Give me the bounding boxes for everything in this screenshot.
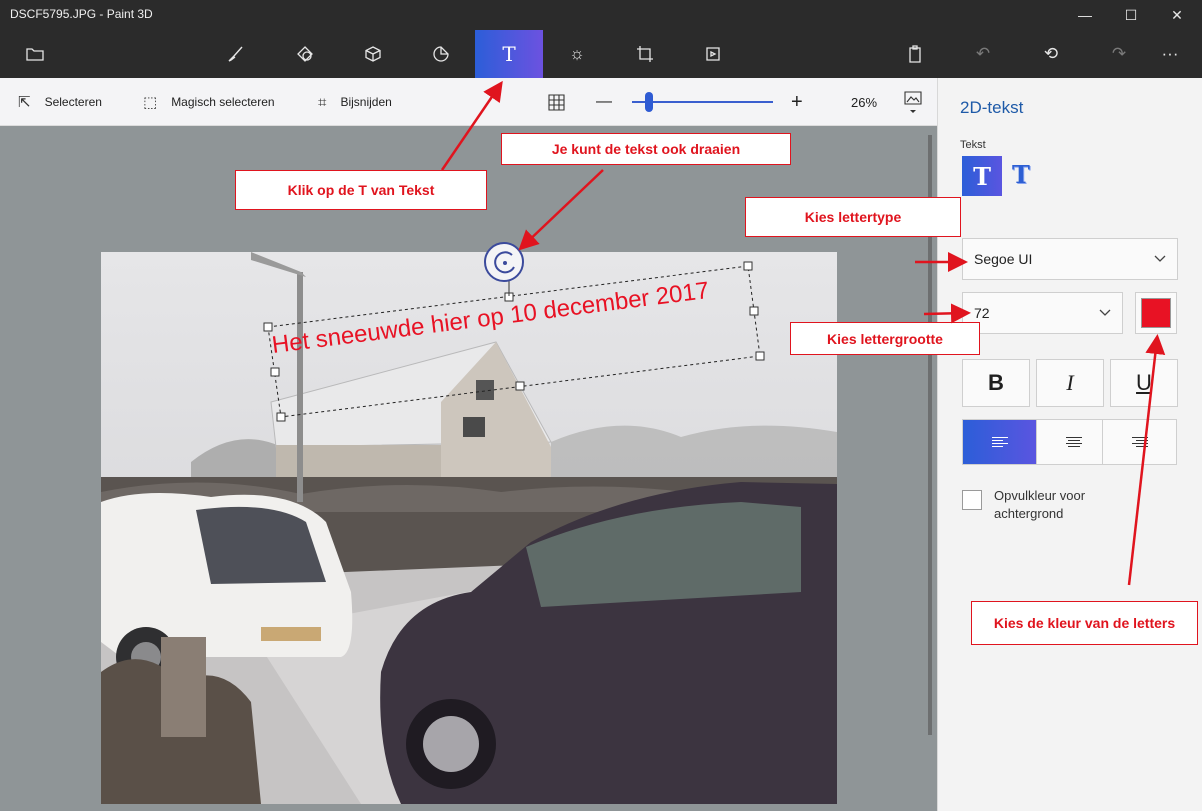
chevron-down-icon xyxy=(1153,251,1167,268)
brush-icon xyxy=(228,46,243,62)
brushes-tool[interactable] xyxy=(202,30,270,78)
underline-button[interactable]: U xyxy=(1110,359,1178,407)
maximize-icon: ☐ xyxy=(1124,6,1138,23)
folder-icon xyxy=(26,48,44,61)
sticker-icon xyxy=(433,46,449,62)
photo-canvas[interactable] xyxy=(101,252,837,804)
align-center-icon xyxy=(1065,435,1082,449)
text-3d-icon: T xyxy=(1012,160,1030,189)
bold-button[interactable]: B xyxy=(962,359,1030,407)
stickers-tool[interactable] xyxy=(407,30,475,78)
2d-shapes-icon xyxy=(297,46,313,62)
align-right-icon xyxy=(1131,435,1148,449)
bold-icon: B xyxy=(988,370,1004,395)
crop-canvas-icon xyxy=(637,46,653,62)
font-family-dropdown[interactable]: Segoe UI xyxy=(962,238,1178,280)
align-left-button[interactable] xyxy=(962,419,1037,465)
undo-icon: ↶ xyxy=(975,44,991,63)
magic-select-label: Magisch selecteren xyxy=(171,95,275,109)
magic-select-icon: ⬚ xyxy=(143,94,158,111)
canvas-tool[interactable] xyxy=(611,30,679,78)
magic-select-button[interactable]: ⬚ Magisch selecteren xyxy=(143,78,275,126)
close-icon: ✕ xyxy=(1171,6,1183,23)
callout-click-text: Klik op de T van Tekst xyxy=(235,170,487,210)
callout-font-size: Kies lettergrootte xyxy=(790,322,980,355)
view-options-button[interactable] xyxy=(904,78,922,126)
grid-icon xyxy=(548,93,565,111)
maximize-button[interactable]: ☐ xyxy=(1108,0,1154,30)
callout-font-type: Kies lettertype xyxy=(745,197,961,237)
sub-toolbar: ⇱ Selecteren ⬚ Magisch selecteren ⌗ Bijs… xyxy=(0,78,937,126)
underline-icon: U xyxy=(1136,370,1152,395)
redo-icon: ↷ xyxy=(1111,44,1127,63)
paste-button[interactable] xyxy=(881,30,949,78)
text-2d-icon: T xyxy=(973,161,991,191)
zoom-in-button[interactable]: + xyxy=(791,78,803,126)
zoom-slider-thumb[interactable] xyxy=(645,92,653,112)
align-right-button[interactable] xyxy=(1102,419,1177,465)
text-tool-icon: T xyxy=(502,42,516,66)
menu-button[interactable] xyxy=(1,30,69,78)
panel-title: 2D-tekst xyxy=(960,98,1024,117)
3d-library-tool[interactable] xyxy=(679,30,747,78)
callout-rotate: Je kunt de tekst ook draaien xyxy=(501,133,791,165)
image-view-icon xyxy=(904,91,922,113)
undo-button[interactable]: ↶ xyxy=(949,30,1017,78)
plus-icon: + xyxy=(791,90,803,113)
chevron-down-icon xyxy=(1098,305,1112,322)
cube-icon xyxy=(365,46,381,62)
library-icon xyxy=(706,47,720,61)
text-3d-button[interactable]: T xyxy=(1012,160,1042,192)
text-color-button[interactable] xyxy=(1135,292,1177,334)
effects-tool[interactable]: ☼ xyxy=(543,30,611,78)
sun-icon: ☼ xyxy=(569,44,585,63)
grid-button[interactable] xyxy=(548,78,565,126)
text-tool[interactable]: T xyxy=(475,30,543,78)
snow-scene-photo xyxy=(101,252,837,804)
close-button[interactable]: ✕ xyxy=(1154,0,1200,30)
italic-icon: I xyxy=(1066,370,1074,395)
title-bar: DSCF5795.JPG - Paint 3D — ☐ ✕ T ☼ ↶ ⟲ ↷ … xyxy=(0,0,1202,78)
zoom-percentage: 26% xyxy=(851,94,878,110)
minimize-icon: — xyxy=(1078,7,1092,23)
italic-button[interactable]: I xyxy=(1036,359,1104,407)
clipboard-icon xyxy=(909,45,921,63)
window-title: DSCF5795.JPG - Paint 3D xyxy=(10,7,153,21)
background-fill-label: Opvulkleur voor achtergrond xyxy=(994,488,1086,521)
crop-icon: ⌗ xyxy=(318,93,327,111)
crop-button[interactable]: ⌗ Bijsnijden xyxy=(318,78,392,126)
font-size-dropdown[interactable]: 72 xyxy=(962,292,1123,334)
text-properties-panel: 2D-tekst Tekst T T Segoe UI 72 B I U Opv… xyxy=(937,78,1202,811)
font-size-value: 72 xyxy=(974,305,990,321)
select-button[interactable]: ⇱ Selecteren xyxy=(18,78,102,126)
crop-label: Bijsnijden xyxy=(340,95,392,109)
minimize-button[interactable]: — xyxy=(1062,0,1108,30)
2d-shapes-tool[interactable] xyxy=(271,30,339,78)
more-button[interactable]: ··· xyxy=(1142,30,1198,78)
minus-icon: — xyxy=(596,93,612,110)
text-color-swatch xyxy=(1141,298,1171,328)
cursor-icon: ⇱ xyxy=(18,94,31,111)
align-center-button[interactable] xyxy=(1036,419,1111,465)
callout-color: Kies de kleur van de letters xyxy=(971,601,1198,645)
zoom-slider-track[interactable] xyxy=(632,101,773,103)
font-family-value: Segoe UI xyxy=(974,251,1033,267)
history-icon: ⟲ xyxy=(1043,44,1059,63)
text-2d-button[interactable]: T xyxy=(962,156,1002,196)
3d-shapes-tool[interactable] xyxy=(339,30,407,78)
history-button[interactable]: ⟲ xyxy=(1017,30,1085,78)
text-type-label: Tekst xyxy=(960,139,986,151)
align-left-icon xyxy=(991,435,1008,449)
background-fill-checkbox[interactable] xyxy=(962,490,982,510)
more-icon: ··· xyxy=(1161,44,1179,63)
zoom-out-button[interactable]: — xyxy=(596,78,612,126)
select-label: Selecteren xyxy=(44,95,102,109)
